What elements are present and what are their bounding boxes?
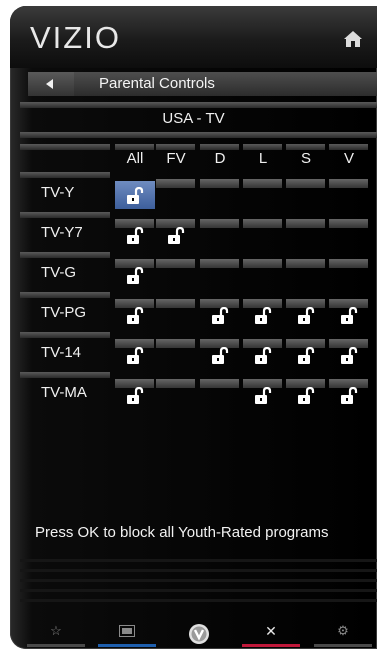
row-label-bar [20,172,110,178]
divider [20,599,377,602]
rating-row-label: TV-MA [41,384,87,401]
unlocked-padlock-icon[interactable] [253,306,273,325]
divider [20,589,377,592]
vizio-logo: VIZIO [30,20,121,55]
close-icon: ✕ [265,623,277,639]
vizio-button[interactable] [170,622,228,647]
row-label-bar [20,212,110,218]
rating-cell[interactable] [286,179,325,188]
nav-accent-bar [242,644,300,647]
unlocked-padlock-icon[interactable] [339,386,359,405]
rating-cell[interactable] [156,379,195,388]
rating-cell[interactable] [156,259,195,268]
close-button[interactable]: ✕ [242,622,300,647]
widget-icon [119,625,135,637]
unlocked-padlock-icon[interactable] [125,386,145,405]
row-label-bar [20,372,110,378]
help-text: Press OK to block all Youth-Rated progra… [35,524,329,541]
unlocked-padlock-icon[interactable] [339,346,359,365]
column-header-d: D [214,150,226,167]
unlocked-padlock-icon[interactable] [296,306,316,325]
unlocked-padlock-icon[interactable] [296,346,316,365]
nav-accent-bar [27,644,85,647]
home-icon[interactable] [343,30,363,48]
rating-cell[interactable] [156,179,195,188]
unlocked-padlock-icon[interactable] [125,186,145,205]
rating-row-label: TV-PG [41,304,87,321]
rating-cell[interactable] [243,219,282,228]
footer-nav: ☆ ✕ ⚙ [10,616,377,649]
rating-cell[interactable] [286,219,325,228]
row-label-bar [20,292,110,298]
rating-row-label: TV-G [41,264,77,281]
settings-button[interactable]: ⚙ [314,622,372,647]
star-icon: ☆ [50,623,62,638]
rating-cell[interactable] [286,259,325,268]
unlocked-padlock-icon[interactable] [125,306,145,325]
nav-accent-bar [314,644,372,647]
rating-cell[interactable] [200,219,239,228]
rating-cell[interactable] [200,379,239,388]
tv-menu-panel: VIZIO Parental Controls USA - TV All FV D L… [10,6,377,649]
rating-cell[interactable] [200,259,239,268]
back-button[interactable] [28,72,74,96]
unlocked-padlock-icon[interactable] [125,266,145,285]
back-arrow-icon [46,79,53,89]
rating-row-label: TV-Y [41,184,75,201]
divider [20,132,377,138]
row-label-bar [20,332,110,338]
menu-title-bar: Parental Controls [28,72,377,96]
rating-region-label: USA - TV [162,110,225,127]
divider [20,569,377,572]
rating-cell[interactable] [200,179,239,188]
page-title: Parental Controls [99,75,215,92]
divider [20,559,377,562]
rating-cell[interactable] [329,219,368,228]
rating-cell[interactable] [329,179,368,188]
unlocked-padlock-icon[interactable] [296,386,316,405]
header: VIZIO [10,6,377,68]
column-header-v: V [343,150,354,167]
divider [20,102,377,108]
favorites-button[interactable]: ☆ [27,622,85,647]
rating-row-label: TV-14 [41,344,82,361]
rating-cell[interactable] [156,299,195,308]
column-header-all: All [126,150,144,167]
unlocked-padlock-icon[interactable] [166,226,186,245]
divider [20,144,110,150]
unlocked-padlock-icon[interactable] [210,306,230,325]
unlocked-padlock-icon[interactable] [339,306,359,325]
unlocked-padlock-icon[interactable] [210,346,230,365]
gear-icon: ⚙ [337,623,349,638]
column-header-s: S [300,150,311,167]
rating-cell[interactable] [329,259,368,268]
unlocked-padlock-icon[interactable] [253,346,273,365]
nav-accent-bar [98,644,156,647]
rating-cell[interactable] [243,259,282,268]
unlocked-padlock-icon[interactable] [253,386,273,405]
rating-row-label: TV-Y7 [41,224,83,241]
rating-cell[interactable] [243,179,282,188]
column-header-fv: FV [166,150,186,167]
unlocked-padlock-icon[interactable] [125,226,145,245]
vizio-v-icon [189,624,209,644]
divider [20,579,377,582]
column-header-l: L [258,150,268,167]
rating-cell[interactable] [156,339,195,348]
widgets-button[interactable] [98,622,156,647]
row-label-bar [20,252,110,258]
unlocked-padlock-icon[interactable] [125,346,145,365]
